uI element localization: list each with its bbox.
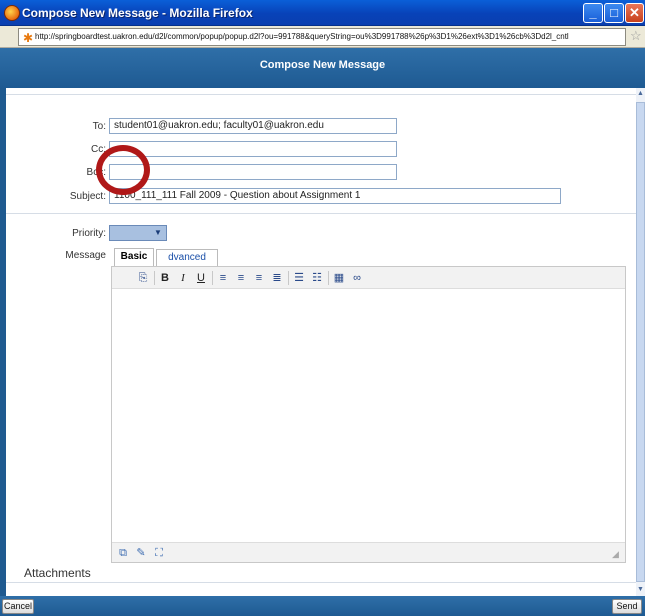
priority-label: Priority: [72, 228, 106, 239]
table-icon[interactable]: ▦ [332, 271, 346, 285]
priority-select[interactable]: ▼ [109, 225, 167, 241]
underline-icon[interactable]: U [194, 271, 208, 285]
toolbar-separator [154, 271, 155, 285]
bcc-field[interactable] [109, 164, 397, 180]
minimize-button[interactable]: _ [583, 3, 603, 23]
message-body-input[interactable] [112, 289, 625, 542]
cc-field[interactable] [109, 141, 397, 157]
subject-label: Subject: [69, 191, 106, 202]
window-title: Compose New Message - Mozilla Firefox [22, 6, 253, 20]
divider [6, 582, 636, 583]
subject-field[interactable]: 1100_111_111 Fall 2009 - Question about … [109, 188, 561, 204]
url-bar: ✱ http://springboardtest.uakron.edu/d2l/… [0, 26, 645, 48]
toolbar-separator [328, 271, 329, 285]
spellcheck-icon[interactable]: ✎ [134, 546, 148, 560]
italic-icon[interactable]: I [176, 271, 190, 285]
page-title: Compose New Message [259, 59, 386, 71]
link-icon[interactable]: ∞ [350, 271, 364, 285]
preview-icon[interactable]: ⧉ [116, 546, 130, 560]
resize-grip-icon[interactable]: ◢ [612, 549, 622, 559]
to-label: To: [92, 121, 106, 132]
dialog-header: Compose New Message [0, 48, 645, 88]
dialog-footer: Cancel Send [0, 596, 645, 616]
fullscreen-icon[interactable]: ⛶ [152, 546, 166, 560]
scrollbar-thumb[interactable] [636, 102, 645, 582]
scroll-up-icon[interactable]: ▲ [636, 88, 645, 100]
attachments-heading: Attachments [24, 566, 91, 580]
cancel-button[interactable]: Cancel [2, 599, 34, 614]
url-text: http://springboardtest.uakron.edu/d2l/co… [35, 32, 569, 41]
bookmark-star-icon[interactable]: ☆ [630, 28, 642, 44]
maximize-button[interactable]: □ [604, 3, 624, 23]
justify-icon[interactable]: ≣ [270, 271, 284, 285]
bullet-list-icon[interactable]: ☰ [292, 271, 306, 285]
align-center-icon[interactable]: ≡ [234, 271, 248, 285]
editor-statusbar: ⧉ ✎ ⛶ ◢ [112, 542, 625, 562]
editor-toolbar: ⎘ B I U ≡ ≡ ≡ ≣ ☰ ☷ ▦ ∞ [112, 267, 625, 289]
highlight-circle [96, 145, 150, 195]
tab-basic[interactable]: Basic [114, 248, 154, 266]
numbered-list-icon[interactable]: ☷ [310, 271, 324, 285]
site-icon: ✱ [23, 31, 34, 45]
divider [6, 213, 636, 214]
scrollbar[interactable]: ▲ ▼ [636, 88, 645, 596]
to-field[interactable]: student01@uakron.edu; faculty01@uakron.e… [109, 118, 397, 134]
toolbar-separator [212, 271, 213, 285]
chevron-down-icon: ▼ [154, 228, 162, 237]
cc-label: Cc: [91, 144, 106, 155]
toolbar-separator [288, 271, 289, 285]
align-left-icon[interactable]: ≡ [216, 271, 230, 285]
address-field[interactable]: ✱ http://springboardtest.uakron.edu/d2l/… [18, 28, 626, 46]
divider [6, 94, 636, 95]
window-titlebar: Compose New Message - Mozilla Firefox _ … [0, 0, 645, 26]
scroll-down-icon[interactable]: ▼ [636, 584, 645, 596]
tab-advanced[interactable]: dvanced [156, 249, 218, 266]
close-button[interactable]: ✕ [625, 3, 644, 23]
message-editor: ⎘ B I U ≡ ≡ ≡ ≣ ☰ ☷ ▦ ∞ ⧉ ✎ ⛶ ◢ [111, 266, 626, 563]
paste-icon[interactable]: ⎘ [136, 271, 150, 285]
message-label: Message [65, 250, 106, 261]
bold-icon[interactable]: B [158, 271, 172, 285]
firefox-icon [4, 5, 20, 21]
align-right-icon[interactable]: ≡ [252, 271, 266, 285]
send-button[interactable]: Send [612, 599, 642, 614]
